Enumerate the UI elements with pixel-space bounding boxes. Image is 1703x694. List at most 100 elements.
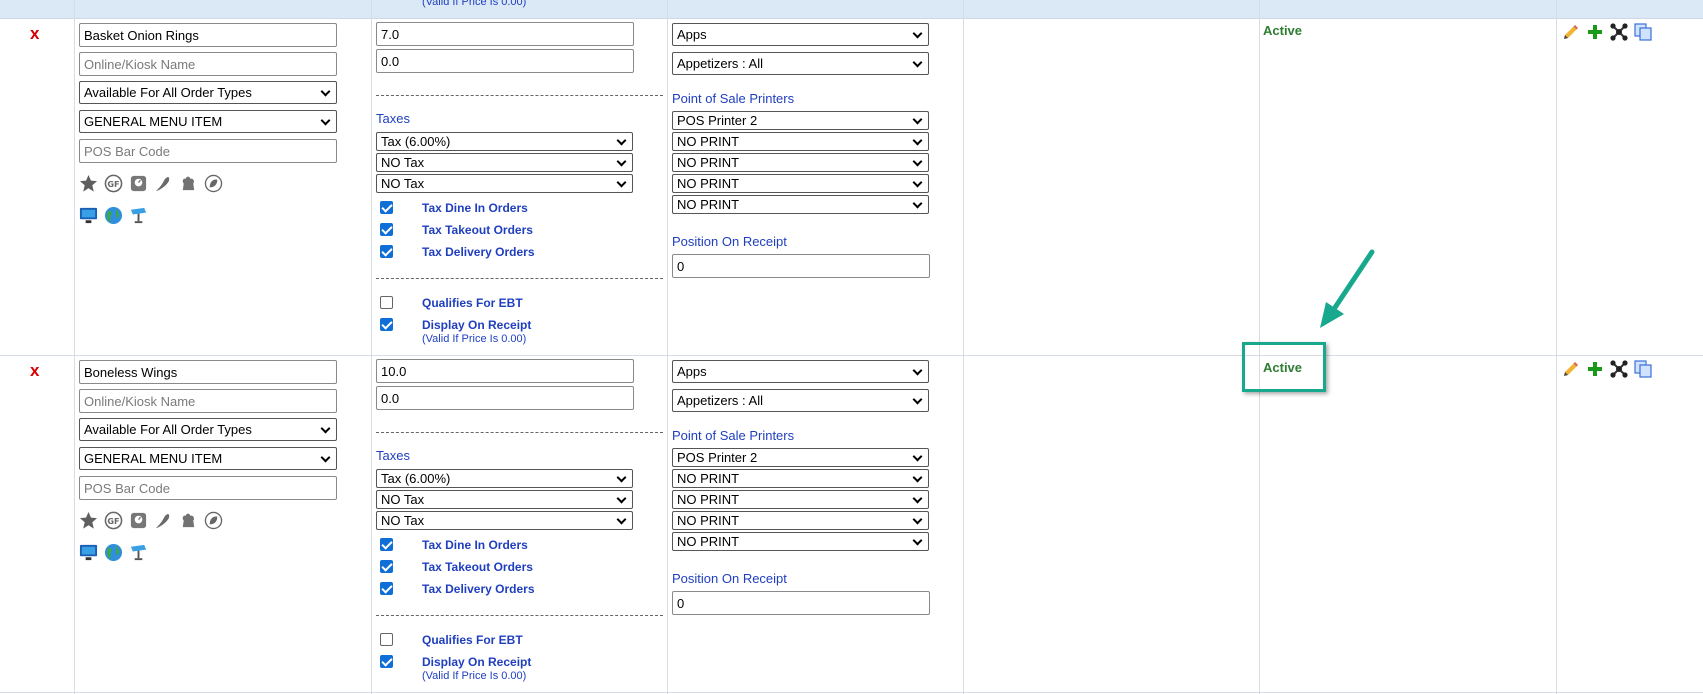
tax-1-select[interactable]: Tax (6.00%) [376,132,633,151]
tax-delivery-checkbox[interactable] [380,582,393,595]
printer-5-select[interactable]: NO PRINT [672,532,929,551]
subcategory-select[interactable]: Appetizers : All [672,389,929,412]
previous-row-remnant: (Valid If Price Is 0.00) [0,0,1703,19]
printer-2-select[interactable]: NO PRINT [672,132,929,151]
tax-delivery-checkbox[interactable] [380,245,393,258]
chili-pepper-icon[interactable] [154,174,173,193]
subcategory-select[interactable]: Appetizers : All [672,52,929,75]
network-icon[interactable] [1609,359,1629,379]
taxes-label: Taxes [376,448,410,463]
taxes-label: Taxes [376,111,410,126]
kiosk-name-input[interactable] [79,52,337,76]
display-on-receipt-label: Display On Receipt [422,318,532,332]
monitor-icon[interactable] [79,206,98,225]
tax-takeout-checkbox[interactable] [380,223,393,236]
position-on-receipt-input[interactable] [672,254,930,278]
display-on-receipt-label: Display On Receipt [422,655,532,669]
tax-takeout-checkbox[interactable] [380,560,393,573]
category-select[interactable]: Apps [672,360,929,383]
gluten-free-icon[interactable]: GF [104,174,123,193]
tax-3-select[interactable]: NO Tax [376,174,633,193]
valid-price-note: (Valid If Price Is 0.00) [422,333,527,345]
chef-icon[interactable] [179,174,198,193]
printer-5-select[interactable]: NO PRINT [672,195,929,214]
menu-item-row: x Available For All Order Types GENERAL … [0,19,1703,355]
row-actions [1561,22,1653,42]
globe-icon[interactable] [104,206,123,225]
plus-icon[interactable] [1585,359,1605,379]
globe-icon[interactable] [104,543,123,562]
item-name-input[interactable] [79,360,337,384]
category-select[interactable]: Apps [672,23,929,46]
kiosk-icon[interactable] [129,543,148,562]
kiosk-name-input[interactable] [79,389,337,413]
tax-takeout-label: Tax Takeout Orders [422,223,533,237]
tax-delivery-label: Tax Delivery Orders [422,582,535,596]
plus-icon[interactable] [1585,22,1605,42]
tax-3-select[interactable]: NO Tax [376,511,633,530]
copy-icon[interactable] [1633,359,1653,379]
secondary-price-input[interactable] [376,386,634,410]
secondary-price-input[interactable] [376,49,634,73]
network-icon[interactable] [1609,22,1629,42]
tax-delivery-label: Tax Delivery Orders [422,245,535,259]
ebt-checkbox[interactable] [380,296,393,309]
chef-icon[interactable] [179,511,198,530]
row-divider [0,692,1703,693]
pos-printers-label: Point of Sale Printers [672,91,795,106]
scale-icon[interactable] [129,511,148,530]
valid-price-note: (Valid If Price Is 0.00) [422,670,527,682]
channel-icons [79,206,148,225]
printer-3-select[interactable]: NO PRINT [672,153,929,172]
order-types-select[interactable]: Available For All Order Types [79,418,337,441]
tax-1-select[interactable]: Tax (6.00%) [376,469,633,488]
tax-2-select[interactable]: NO Tax [376,153,633,172]
printer-2-select[interactable]: NO PRINT [672,469,929,488]
item-name-input[interactable] [79,23,337,47]
price-input[interactable] [376,22,634,46]
monitor-icon[interactable] [79,543,98,562]
star-icon[interactable] [79,511,98,530]
position-on-receipt-label: Position On Receipt [672,234,787,249]
pos-barcode-input[interactable] [79,476,337,500]
pos-printers-label: Point of Sale Printers [672,428,795,443]
position-on-receipt-input[interactable] [672,591,930,615]
order-types-select[interactable]: Available For All Order Types [79,81,337,104]
printer-1-select[interactable]: POS Printer 2 [672,111,929,130]
gluten-free-icon[interactable]: GF [104,511,123,530]
tax-dine-in-label: Tax Dine In Orders [422,201,528,215]
status-badge: Active [1263,23,1303,38]
copy-icon[interactable] [1633,22,1653,42]
pos-barcode-input[interactable] [79,139,337,163]
tax-takeout-label: Tax Takeout Orders [422,560,533,574]
dietary-icons: GF [79,174,223,193]
display-on-receipt-checkbox[interactable] [380,318,393,331]
price-input[interactable] [376,359,634,383]
leaf-icon[interactable] [204,174,223,193]
display-on-receipt-checkbox[interactable] [380,655,393,668]
printer-1-select[interactable]: POS Printer 2 [672,448,929,467]
chili-pepper-icon[interactable] [154,511,173,530]
pencil-icon[interactable] [1561,22,1581,42]
printer-4-select[interactable]: NO PRINT [672,174,929,193]
section-separator [376,432,663,433]
item-type-select[interactable]: GENERAL MENU ITEM [79,447,337,470]
star-icon[interactable] [79,174,98,193]
ebt-checkbox[interactable] [380,633,393,646]
scale-icon[interactable] [129,174,148,193]
printer-3-select[interactable]: NO PRINT [672,490,929,509]
row-actions [1561,359,1653,379]
item-type-select[interactable]: GENERAL MENU ITEM [79,110,337,133]
tax-dine-in-checkbox[interactable] [380,201,393,214]
pencil-icon[interactable] [1561,359,1581,379]
printer-4-select[interactable]: NO PRINT [672,511,929,530]
tax-2-select[interactable]: NO Tax [376,490,633,509]
ebt-label: Qualifies For EBT [422,633,523,647]
section-separator [376,95,663,96]
delete-icon[interactable]: x [30,362,39,380]
tax-dine-in-checkbox[interactable] [380,538,393,551]
leaf-icon[interactable] [204,511,223,530]
kiosk-icon[interactable] [129,206,148,225]
position-on-receipt-label: Position On Receipt [672,571,787,586]
delete-icon[interactable]: x [30,25,39,43]
